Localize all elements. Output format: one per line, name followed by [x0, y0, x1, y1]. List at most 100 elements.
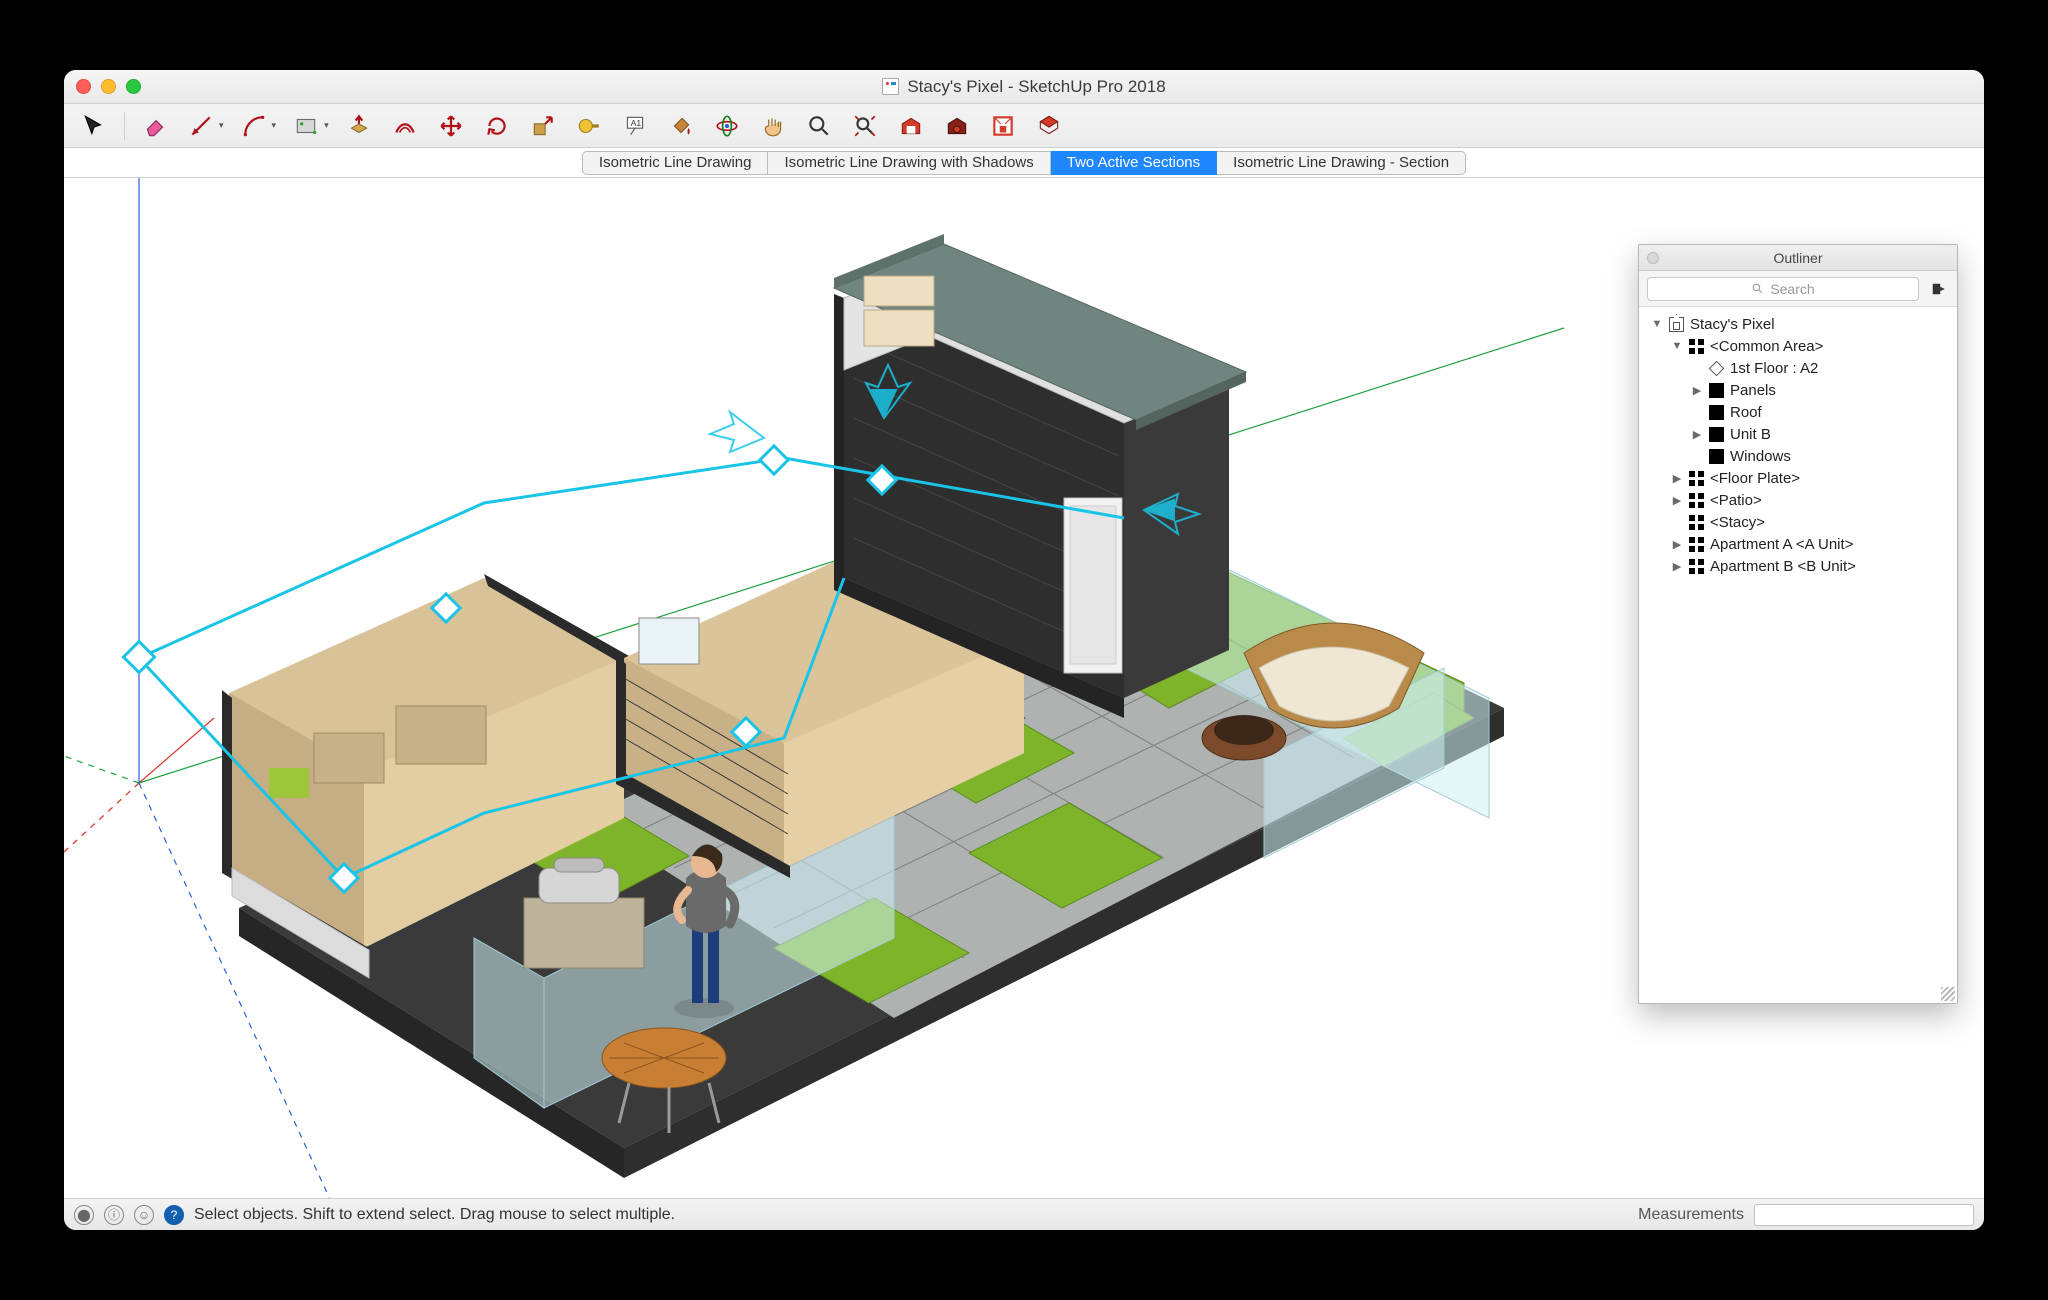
- outliner-node[interactable]: ▶Panels: [1643, 379, 1953, 401]
- disclosure-arrow-icon[interactable]: ▶: [1671, 538, 1683, 551]
- user-icon[interactable]: ☺: [134, 1205, 154, 1225]
- outliner-node[interactable]: ▶ Apartment A <A Unit>: [1643, 533, 1953, 555]
- zoom-button[interactable]: [126, 79, 141, 94]
- orbit-tool[interactable]: [707, 109, 747, 143]
- pan-tool[interactable]: [753, 109, 793, 143]
- outliner-node[interactable]: ▶<Stacy>: [1643, 511, 1953, 533]
- disclosure-arrow-icon[interactable]: ▶: [1691, 428, 1703, 441]
- geolocation-icon[interactable]: ⬤: [74, 1205, 94, 1225]
- disclosure-arrow-icon[interactable]: ▶: [1671, 494, 1683, 507]
- svg-text:A1: A1: [630, 118, 641, 128]
- scene-tab[interactable]: Isometric Line Drawing with Shadows: [768, 151, 1050, 175]
- move-tool[interactable]: [431, 109, 471, 143]
- document-icon[interactable]: [882, 78, 899, 95]
- dropdown-icon[interactable]: ▾: [324, 120, 329, 131]
- node-label: <Floor Plate>: [1710, 470, 1800, 487]
- viewport[interactable]: Outliner Search ▼ Stacy's Pixel ▼ <Common A…: [64, 178, 1984, 1198]
- arc-tool[interactable]: [234, 109, 274, 143]
- text-tool[interactable]: A1: [615, 109, 655, 143]
- details-button[interactable]: [1927, 278, 1949, 300]
- outliner-node[interactable]: ▶1st Floor : A2: [1643, 357, 1953, 379]
- panel-title: Outliner: [1773, 250, 1822, 266]
- tab-label: Isometric Line Drawing - Section: [1233, 154, 1449, 171]
- disclosure-arrow-icon[interactable]: ▶: [1691, 384, 1703, 397]
- panel-searchbar: Search: [1639, 271, 1957, 307]
- tab-label: Isometric Line Drawing: [599, 154, 752, 171]
- outliner-node[interactable]: ▼ <Common Area>: [1643, 335, 1953, 357]
- resize-grip-icon[interactable]: [1941, 987, 1955, 1001]
- window-title: Stacy's Pixel - SketchUp Pro 2018: [64, 77, 1984, 97]
- node-label: Stacy's Pixel: [1690, 316, 1775, 333]
- tape-tool[interactable]: [569, 109, 609, 143]
- help-icon[interactable]: ?: [164, 1205, 184, 1225]
- scene-tab[interactable]: Isometric Line Drawing: [582, 151, 769, 175]
- disclosure-arrow-icon[interactable]: ▼: [1651, 318, 1663, 330]
- comp-icon: [1689, 471, 1704, 486]
- node-label: <Common Area>: [1710, 338, 1823, 355]
- toolbar: ▾ ▾ ▾ A1: [64, 104, 1984, 148]
- node-label: Apartment A <A Unit>: [1710, 536, 1853, 553]
- node-label: 1st Floor : A2: [1730, 360, 1818, 377]
- search-placeholder: Search: [1770, 281, 1814, 297]
- node-label: <Patio>: [1710, 492, 1762, 509]
- minimize-button[interactable]: [101, 79, 116, 94]
- comp-icon: [1689, 559, 1704, 574]
- window-controls: [76, 79, 141, 94]
- outliner-node[interactable]: ▶Apartment B <B Unit>: [1643, 555, 1953, 577]
- status-hint: Select objects. Shift to extend select. …: [194, 1206, 675, 1224]
- rotate-tool[interactable]: [477, 109, 517, 143]
- group-icon: [1709, 383, 1724, 398]
- outliner-node[interactable]: ▶Roof: [1643, 401, 1953, 423]
- dropdown-icon[interactable]: ▾: [219, 120, 224, 131]
- outliner-node[interactable]: ▶ <Floor Plate>: [1643, 467, 1953, 489]
- zoom-tool[interactable]: [799, 109, 839, 143]
- ext-manager-button[interactable]: [1029, 109, 1069, 143]
- section-icon: [1709, 361, 1724, 376]
- scale-tool[interactable]: [523, 109, 563, 143]
- layout-button[interactable]: [983, 109, 1023, 143]
- comp-icon: [1689, 339, 1704, 354]
- warehouse3d-button[interactable]: [891, 109, 931, 143]
- outliner-node[interactable]: ▶ <Patio>: [1643, 489, 1953, 511]
- measurements-label: Measurements: [1638, 1206, 1744, 1224]
- dropdown-icon[interactable]: ▾: [272, 120, 277, 131]
- credits-icon[interactable]: ⓘ: [104, 1205, 124, 1225]
- scene-tab[interactable]: Two Active Sections: [1051, 151, 1217, 175]
- outliner-tree[interactable]: ▼Stacy's Pixel▼<Common Area>▶1st Floor :…: [1639, 307, 1957, 1003]
- scene-tab[interactable]: Isometric Line Drawing - Section: [1217, 151, 1466, 175]
- panel-header[interactable]: Outliner: [1639, 245, 1957, 271]
- close-button[interactable]: [76, 79, 91, 94]
- comp-icon: [1689, 493, 1704, 508]
- comp-icon: [1689, 537, 1704, 552]
- node-label: Roof: [1730, 404, 1762, 421]
- node-label: Windows: [1730, 448, 1791, 465]
- offset-tool[interactable]: [385, 109, 425, 143]
- search-input[interactable]: Search: [1647, 277, 1919, 301]
- comp-icon: [1689, 515, 1704, 530]
- outliner-node[interactable]: ▶Windows: [1643, 445, 1953, 467]
- paint-tool[interactable]: [661, 109, 701, 143]
- disclosure-arrow-icon[interactable]: ▼: [1671, 340, 1683, 352]
- group-icon: [1709, 405, 1724, 420]
- pushpull-tool[interactable]: [339, 109, 379, 143]
- panel-close-button[interactable]: [1647, 252, 1659, 264]
- disclosure-arrow-icon[interactable]: ▶: [1671, 560, 1683, 573]
- zoom-extents-tool[interactable]: [845, 109, 885, 143]
- toolbar-separator: [124, 112, 125, 140]
- outliner-node[interactable]: ▶Unit B: [1643, 423, 1953, 445]
- group-icon: [1709, 449, 1724, 464]
- statusbar: ⬤ ⓘ ☺ ? Select objects. Shift to extend …: [64, 1198, 1984, 1230]
- outliner-node[interactable]: ▼ Stacy's Pixel: [1643, 313, 1953, 335]
- tab-label: Two Active Sections: [1067, 154, 1200, 171]
- outliner-panel[interactable]: Outliner Search ▼ Stacy's Pixel ▼ <Common A…: [1638, 244, 1958, 1004]
- tab-label: Isometric Line Drawing with Shadows: [784, 154, 1033, 171]
- shape-tool[interactable]: [286, 109, 326, 143]
- search-icon: [1751, 282, 1764, 295]
- measurements-input[interactable]: [1754, 1204, 1974, 1226]
- line-tool[interactable]: [181, 109, 221, 143]
- select-tool[interactable]: [74, 109, 114, 143]
- eraser-tool[interactable]: [135, 109, 175, 143]
- ext-warehouse-button[interactable]: [937, 109, 977, 143]
- disclosure-arrow-icon[interactable]: ▶: [1671, 472, 1683, 485]
- window-title-text: Stacy's Pixel - SketchUp Pro 2018: [907, 77, 1165, 97]
